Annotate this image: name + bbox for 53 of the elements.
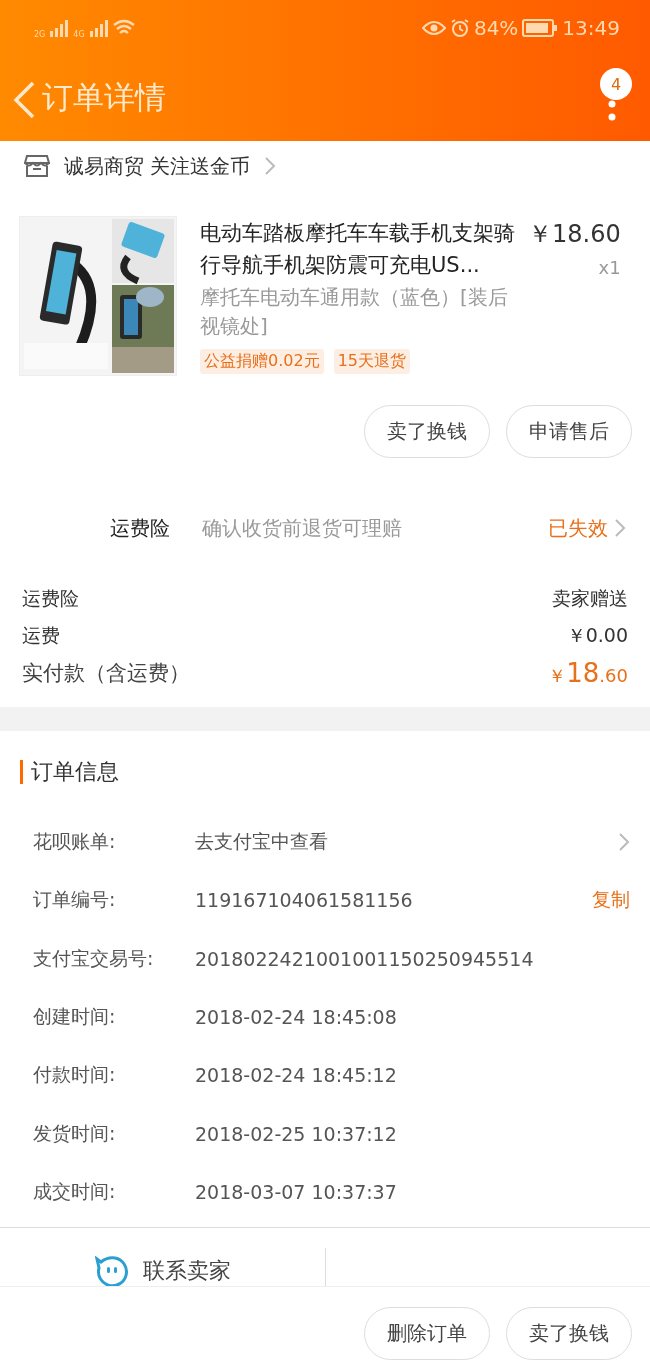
product-tag: 15天退货 — [333, 349, 410, 374]
fee-value: ￥0.00 — [566, 622, 628, 648]
info-value: 119167104061581156 — [195, 889, 414, 912]
info-label: 花呗账单: — [33, 829, 117, 855]
action-button[interactable]: 卖了换钱 — [506, 1307, 632, 1361]
info-value: 2018-02-24 18:45:08 — [195, 1006, 398, 1029]
info-value: 2018022421001001150250945514 — [195, 947, 535, 970]
chevron-icon[interactable] — [618, 832, 630, 853]
action-button[interactable]: 删除订单 — [364, 1307, 490, 1361]
chevron-icon — [614, 518, 626, 538]
info-label: 订单编号: — [33, 887, 117, 913]
signal-icon — [49, 18, 70, 37]
fee-label: 运费险 — [22, 585, 79, 611]
battery-percent: 84% — [473, 15, 519, 40]
product-price: ￥18.60 — [528, 219, 621, 250]
battery-icon — [522, 18, 559, 37]
chat-icon — [93, 1256, 130, 1287]
total-label: 实付款（含运费） — [22, 659, 190, 687]
shop-name[interactable]: 诚易商贸 关注送金币 — [64, 152, 251, 180]
action-button[interactable]: 申请售后 — [506, 405, 632, 458]
network-label: 2G — [34, 30, 46, 39]
info-value: 2018-03-07 10:37:37 — [195, 1180, 398, 1203]
info-value: 去支付宝中查看 — [195, 829, 329, 855]
insurance-description: 确认收货前退货可理赔 — [202, 515, 403, 541]
total-amount: ￥18.60 — [548, 657, 628, 688]
chevron-icon — [264, 156, 277, 176]
info-label: 成交时间: — [33, 1178, 117, 1204]
info-label: 支付宝交易号: — [33, 945, 155, 971]
more-icon[interactable] — [608, 100, 616, 122]
product-tag: 公益捐赠0.02元 — [200, 349, 324, 374]
page-title: 订单详情 — [42, 78, 167, 117]
info-label: 发货时间: — [33, 1120, 117, 1146]
fee-value: 卖家赠送 — [552, 585, 628, 611]
notification-badge: 4 — [600, 68, 632, 100]
contact-seller-link[interactable]: 联系卖家 — [143, 1256, 232, 1287]
product-title[interactable]: 电动车踏板摩托车车载手机支架骑行导航手机架防震可充电US... — [200, 217, 518, 281]
back-icon[interactable] — [12, 81, 36, 119]
product-variant: 摩托车电动车通用款（蓝色）[装后视镜处] — [200, 284, 509, 340]
alarm-icon — [449, 17, 470, 38]
info-value: 2018-02-24 18:45:12 — [195, 1064, 398, 1087]
action-button[interactable]: 卖了换钱 — [364, 405, 490, 458]
clock-time: 13:49 — [562, 15, 620, 40]
info-label: 创建时间: — [33, 1004, 117, 1030]
section-title: 订单信息 — [31, 758, 119, 786]
store-icon — [24, 154, 50, 178]
info-label: 付款时间: — [33, 1062, 117, 1088]
fee-label: 运费 — [22, 622, 60, 648]
network-label: 4G — [73, 30, 85, 39]
eye-icon — [421, 19, 446, 36]
insurance-label: 运费险 — [110, 514, 171, 542]
info-value: 2018-02-25 10:37:12 — [195, 1122, 398, 1145]
product-quantity: x1 — [598, 257, 621, 278]
signal-icon — [88, 18, 109, 37]
